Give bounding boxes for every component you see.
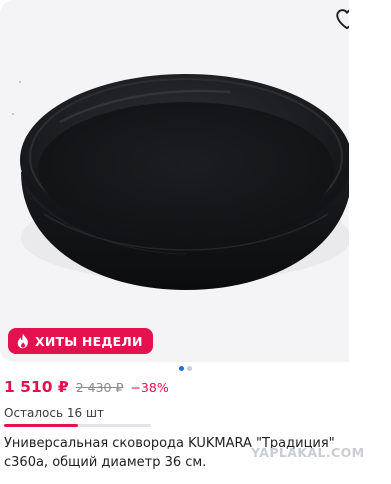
gallery-dot-2[interactable] <box>187 366 192 371</box>
stock-progress-fill <box>4 424 78 427</box>
hits-of-week-badge: ХИТЫ НЕДЕЛИ <box>8 328 153 354</box>
stock-remaining-label: Осталось 16 шт <box>4 406 104 420</box>
favorite-button[interactable] <box>334 6 360 32</box>
product-image-area[interactable]: ХИТЫ НЕДЕЛИ <box>0 0 370 362</box>
watermark: YAPLAKAL.COM <box>251 445 365 460</box>
heart-outline-icon <box>336 9 358 30</box>
product-card[interactable]: ХИТЫ НЕДЕЛИ 1 510 ₽ 2 430 ₽ −38% Осталос… <box>0 0 391 484</box>
current-price: 1 510 ₽ <box>4 378 69 396</box>
price-row: 1 510 ₽ 2 430 ₽ −38% <box>4 378 169 402</box>
stock-progress-bar <box>4 424 151 427</box>
old-price: 2 430 ₽ <box>75 380 124 395</box>
fire-icon <box>17 333 28 349</box>
product-image <box>12 74 352 290</box>
gallery-dot-1[interactable] <box>179 366 184 371</box>
gallery-pagination[interactable] <box>179 366 192 371</box>
discount-percent: −38% <box>130 380 169 395</box>
badge-label: ХИТЫ НЕДЕЛИ <box>35 333 143 349</box>
